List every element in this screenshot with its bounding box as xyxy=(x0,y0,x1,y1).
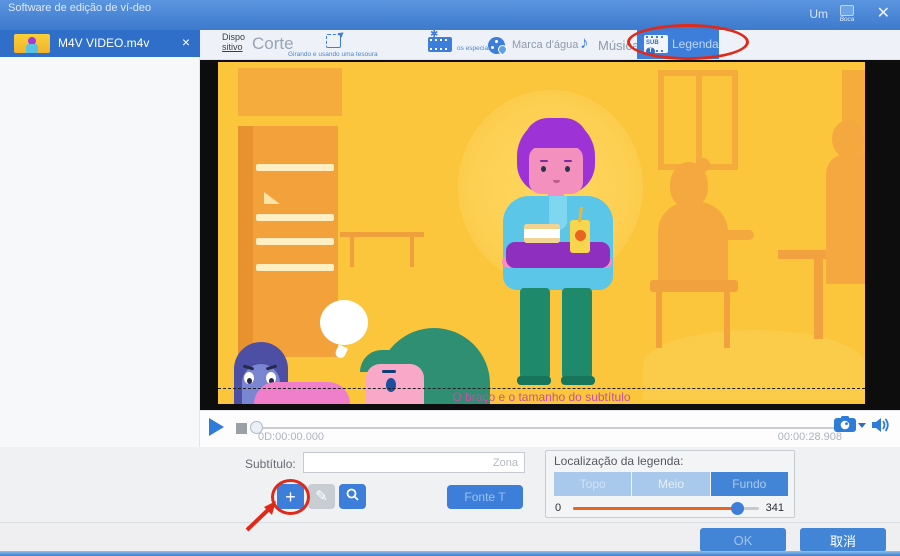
video-preview-area: O braço e o tamanho do subtítulo xyxy=(200,60,900,410)
video-thumbnail xyxy=(14,34,50,53)
sidebar-file-tab[interactable]: M4V VIDEO.m4v × xyxy=(0,30,200,57)
subtitle-overlay-text[interactable]: O braço e o tamanho do subtítulo xyxy=(218,390,865,404)
legend-position-segmented: Topo Meio Fundo xyxy=(554,472,788,496)
water-drop-icon xyxy=(496,43,509,56)
tab-dispositivo[interactable]: Dispo sitivo xyxy=(222,32,245,52)
edit-subtitle-button[interactable]: ✎ xyxy=(308,484,335,509)
window-title: Software de edição de ví-deo xyxy=(8,2,158,15)
watermark-icon[interactable] xyxy=(488,37,505,54)
minimize-icon xyxy=(840,5,854,16)
speech-bubble xyxy=(320,300,368,345)
current-time: 0D:00:00.000 xyxy=(258,431,324,443)
close-icon[interactable]: ✕ xyxy=(877,4,890,24)
playback-bar: 0D:00:00.000 00:00:28.908 xyxy=(200,410,900,447)
position-slider[interactable] xyxy=(573,507,759,510)
minimize-icon-label: Boca xyxy=(838,16,856,24)
wall-window-left xyxy=(238,68,342,116)
add-subtitle-button[interactable]: + xyxy=(277,484,304,509)
subtitle-panel: Subtítulo: + ✎ Fonte T Localização da le… xyxy=(0,447,900,522)
subtitle-input[interactable] xyxy=(303,452,525,473)
position-option-fundo[interactable]: Fundo xyxy=(711,472,788,496)
ok-button[interactable]: OK xyxy=(700,528,786,552)
film-effects-icon[interactable]: ✱ xyxy=(428,37,452,52)
tab-marca-dagua[interactable]: Marca d'água xyxy=(512,39,578,51)
position-slider-fill xyxy=(573,507,737,510)
titlebar-right-text: Um xyxy=(809,7,828,21)
toolbar: Dispo sitivo Corte Girando e usando uma … xyxy=(200,30,900,60)
titlebar: Software de edição de ví-deo Um Boca ✕ xyxy=(0,0,900,30)
silhouette-person-body xyxy=(658,202,728,284)
app-window: Software de edição de ví-deo Um Boca ✕ M… xyxy=(0,0,900,556)
tab-musica[interactable]: Música xyxy=(598,38,639,53)
subtitle-label: Subtítulo: xyxy=(245,457,296,471)
tab-legenda[interactable]: SUB T Legenda xyxy=(637,30,719,59)
girl-face xyxy=(529,146,583,194)
play-icon[interactable] xyxy=(209,418,224,436)
minimize-button[interactable]: Boca xyxy=(838,3,856,27)
total-time: 00:00:28.908 xyxy=(778,431,842,443)
window-bottom-edge xyxy=(0,551,900,556)
sidebar-panel xyxy=(0,57,200,447)
music-note-icon[interactable]: ♪ xyxy=(580,33,589,53)
wall-window-right xyxy=(658,70,738,170)
silhouette-person2-head xyxy=(832,120,864,158)
snapshot-camera-icon[interactable] xyxy=(834,416,856,437)
snapshot-dropdown-icon[interactable] xyxy=(858,423,866,428)
position-option-topo[interactable]: Topo xyxy=(554,472,631,496)
tab-girar-label[interactable]: Girando e usando uma tesoura xyxy=(288,51,378,58)
girl-leg xyxy=(520,288,550,382)
tab-legenda-label: Legenda xyxy=(672,37,719,51)
girl-hair-fringe xyxy=(524,118,588,148)
file-close-icon[interactable]: × xyxy=(182,34,190,50)
footer-bar: OK 取消 xyxy=(0,522,900,556)
sandwich xyxy=(524,224,560,243)
slider-max-label: 341 xyxy=(766,502,784,514)
video-frame: O braço e o tamanho do subtítulo xyxy=(218,62,865,404)
position-slider-handle[interactable] xyxy=(731,502,744,515)
subtitle-icon: SUB T xyxy=(644,35,668,53)
position-option-meio[interactable]: Meio xyxy=(632,472,709,496)
girl-leg xyxy=(562,288,592,382)
cancel-button[interactable]: 取消 xyxy=(800,528,886,552)
crop-rotate-icon[interactable] xyxy=(326,34,341,48)
silhouette-person2-body xyxy=(826,154,865,284)
legend-location-group: Localização da legenda: Topo Meio Fundo … xyxy=(545,450,795,518)
file-name: M4V VIDEO.m4v xyxy=(58,36,149,50)
volume-icon[interactable] xyxy=(872,417,892,438)
subtitle-boundary-line xyxy=(218,388,865,389)
font-button[interactable]: Fonte T xyxy=(447,485,523,509)
legend-location-title: Localização da legenda: xyxy=(554,454,683,468)
slider-min-label: 0 xyxy=(555,502,561,514)
seek-slider[interactable] xyxy=(256,427,846,429)
stop-icon[interactable] xyxy=(236,423,247,434)
food-tray xyxy=(506,242,610,268)
search-subtitle-button[interactable] xyxy=(339,484,366,509)
